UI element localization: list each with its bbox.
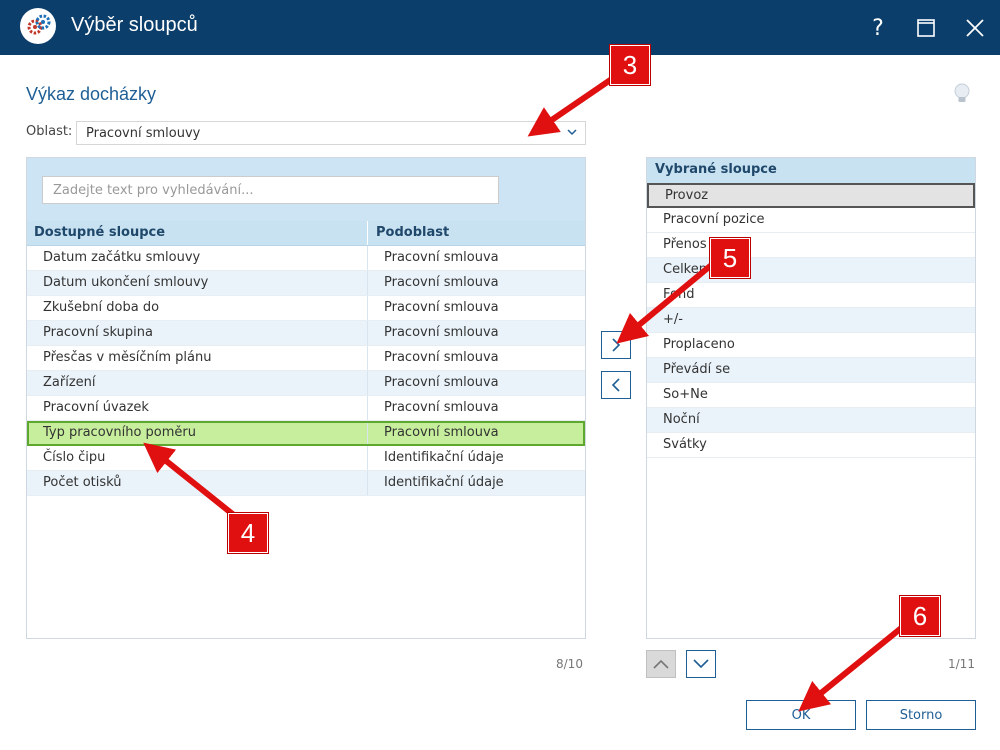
list-item[interactable]: Pracovní pozice [647, 208, 975, 233]
maximize-icon [917, 19, 935, 37]
list-item[interactable]: Fond [647, 283, 975, 308]
selected-header: Vybrané sloupce [647, 158, 975, 183]
cell-name: Číslo čipu [27, 446, 368, 470]
cell-name: Datum začátku smlouvy [27, 246, 368, 270]
remove-column-button[interactable] [601, 371, 631, 399]
cancel-button[interactable]: Storno [866, 700, 976, 730]
available-grid-header: Dostupné sloupce Podoblast [27, 221, 585, 246]
list-item[interactable]: +/- [647, 308, 975, 333]
available-columns-panel: Dostupné sloupce Podoblast Datum začátku… [26, 157, 586, 639]
list-item[interactable]: Svátky [647, 433, 975, 458]
add-column-button[interactable] [601, 331, 631, 359]
cell-name: Zařízení [27, 371, 368, 395]
table-row[interactable]: Pracovní skupina Pracovní smlouva [27, 321, 585, 346]
help-button[interactable]: ? [860, 10, 896, 46]
table-row[interactable]: Datum začátku smlouvy Pracovní smlouva [27, 246, 585, 271]
table-row[interactable]: Pracovní úvazek Pracovní smlouva [27, 396, 585, 421]
help-icon: ? [872, 15, 884, 41]
cell-subarea: Identifikační údaje [384, 450, 504, 465]
cell-subarea: Pracovní smlouva [384, 375, 499, 390]
selected-columns-panel: Vybrané sloupce Provoz Pracovní pozice P… [646, 157, 976, 639]
list-item-active[interactable]: Provoz [647, 183, 975, 208]
table-row[interactable]: Zařízení Pracovní smlouva [27, 371, 585, 396]
cell-name: Datum ukončení smlouvy [27, 271, 368, 295]
oblast-label: Oblast: [26, 124, 73, 139]
list-item[interactable]: Celkem [647, 258, 975, 283]
cell-name: Pracovní skupina [27, 321, 368, 345]
chevron-up-icon [653, 659, 669, 669]
oblast-select[interactable]: Pracovní smlouvy [76, 121, 586, 145]
cell-subarea: Pracovní smlouva [384, 325, 499, 340]
selected-count: 1/11 [948, 657, 975, 671]
ok-button[interactable]: OK [746, 700, 856, 730]
list-item[interactable]: Přenos [647, 233, 975, 258]
chevron-down-icon [693, 659, 709, 669]
list-item[interactable]: So+Ne [647, 383, 975, 408]
close-icon [966, 19, 984, 37]
list-item[interactable]: Noční [647, 408, 975, 433]
cell-subarea: Identifikační údaje [384, 475, 504, 490]
annotation-badge-3: 3 [610, 45, 650, 85]
table-row-selected[interactable]: Typ pracovního poměru Pracovní smlouva [27, 421, 585, 446]
cell-name: Zkušební doba do [27, 296, 368, 320]
move-down-button[interactable] [686, 650, 716, 678]
maximize-button[interactable] [908, 10, 944, 46]
chevron-right-icon [612, 338, 621, 352]
cell-name: Typ pracovního poměru [27, 421, 368, 445]
annotation-badge-6: 6 [900, 596, 940, 636]
window-title: Výběr sloupců [71, 14, 198, 36]
cell-name: Počet otisků [27, 471, 368, 495]
table-row[interactable]: Číslo čipu Identifikační údaje [27, 446, 585, 471]
column-header-available[interactable]: Dostupné sloupce [27, 221, 368, 245]
table-row[interactable]: Zkušební doba do Pracovní smlouva [27, 296, 585, 321]
page-title: Výkaz docházky [26, 84, 157, 104]
chevron-left-icon [611, 378, 620, 392]
chevron-down-icon [566, 126, 578, 142]
cell-name: Pracovní úvazek [27, 396, 368, 420]
annotation-badge-4: 4 [228, 513, 268, 553]
close-button[interactable] [957, 10, 993, 46]
move-up-button[interactable] [646, 650, 676, 678]
column-header-subarea[interactable]: Podoblast [368, 221, 585, 245]
title-bar: Výběr sloupců ? [0, 0, 1000, 55]
available-count: 8/10 [556, 657, 583, 671]
cell-subarea: Pracovní smlouva [384, 425, 499, 440]
search-area [27, 158, 585, 221]
cell-subarea: Pracovní smlouva [384, 275, 499, 290]
list-item[interactable]: Proplaceno [647, 333, 975, 358]
cell-subarea: Pracovní smlouva [384, 300, 499, 315]
table-row[interactable]: Přesčas v měsíčním plánu Pracovní smlouv… [27, 346, 585, 371]
list-item[interactable]: Převádí se [647, 358, 975, 383]
search-input[interactable] [42, 176, 499, 204]
cell-name: Přesčas v měsíčním plánu [27, 346, 368, 370]
cell-subarea: Pracovní smlouva [384, 400, 499, 415]
cell-subarea: Pracovní smlouva [384, 350, 499, 365]
lightbulb-icon[interactable] [952, 82, 972, 110]
oblast-value: Pracovní smlouvy [86, 126, 201, 141]
app-gears-icon [20, 8, 56, 44]
cell-subarea: Pracovní smlouva [384, 250, 499, 265]
annotation-badge-5: 5 [710, 238, 750, 278]
table-row[interactable]: Datum ukončení smlouvy Pracovní smlouva [27, 271, 585, 296]
table-row[interactable]: Počet otisků Identifikační údaje [27, 471, 585, 496]
